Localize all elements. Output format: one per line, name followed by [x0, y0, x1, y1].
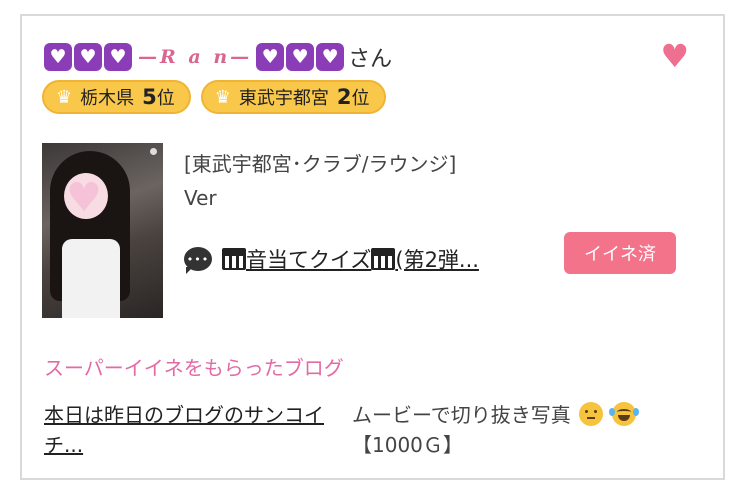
user-name: —R a n—	[138, 46, 253, 68]
purple-heart-icon: ♥	[44, 43, 72, 71]
super-like-label: スーパーイイネをもらったブログ	[44, 356, 344, 380]
shop-category[interactable]: [東武宇都宮･クラブ/ラウンジ]	[184, 148, 456, 177]
favorite-heart-icon[interactable]: ♥	[660, 40, 689, 72]
comment-bubble-icon: •••	[184, 247, 212, 274]
blog-card: ♥ ♥ ♥ —R a n— ♥ ♥ ♥ さん ♥ ♛ 栃木県 5 位 ♛ 東武宇…	[20, 14, 725, 480]
latest-blog[interactable]: ••• 音当てクイズ (第2弾...	[184, 244, 479, 274]
purple-heart-icon: ♥	[256, 43, 285, 71]
super-blog-title-link[interactable]: 本日は昨日のブログのサンコイチ...	[44, 400, 339, 460]
blog-title-text-end: (第2弾...	[395, 248, 479, 272]
badge-area: 東武宇都宮	[238, 88, 329, 109]
badge-rank-suffix: 位	[351, 88, 370, 109]
purple-heart-icon: ♥	[316, 43, 345, 71]
super-blog-description: ムービーで切り抜き写真 【1000Ｇ】	[352, 400, 692, 460]
super-blog-desc-text: ムービーで切り抜き写真	[352, 403, 571, 427]
super-blog-price: 【1000Ｇ】	[352, 433, 463, 457]
shop-name[interactable]: Ver	[184, 186, 217, 210]
badge-rank: 5	[142, 85, 157, 109]
laughing-face-icon	[608, 402, 639, 426]
badge-rank-suffix: 位	[156, 88, 175, 109]
profile-photo[interactable]: ♥	[42, 143, 163, 318]
user-name-row[interactable]: ♥ ♥ ♥ —R a n— ♥ ♥ ♥ さん	[44, 42, 392, 72]
badge-area: 栃木県	[80, 88, 135, 109]
purple-heart-icon: ♥	[74, 43, 102, 71]
piano-icon	[222, 248, 246, 270]
badge-rank: 2	[336, 85, 352, 109]
like-button[interactable]: イイネ済	[564, 232, 676, 274]
blog-title-text: 音当てクイズ	[246, 248, 372, 272]
ranking-badge-area[interactable]: ♛ 東武宇都宮 2 位	[200, 80, 386, 114]
honorific: さん	[348, 47, 393, 72]
purple-heart-icon: ♥	[286, 43, 315, 71]
blog-title-link[interactable]: 音当てクイズ (第2弾...	[222, 244, 479, 274]
crown-icon: ♛	[56, 86, 73, 108]
thinking-face-icon	[579, 402, 604, 426]
ranking-badge-prefecture[interactable]: ♛ 栃木県 5 位	[42, 80, 191, 114]
purple-heart-icon: ♥	[104, 43, 132, 71]
ranking-badges: ♛ 栃木県 5 位 ♛ 東武宇都宮 2 位	[42, 80, 386, 114]
crown-icon: ♛	[214, 86, 231, 108]
piano-icon	[371, 248, 396, 270]
